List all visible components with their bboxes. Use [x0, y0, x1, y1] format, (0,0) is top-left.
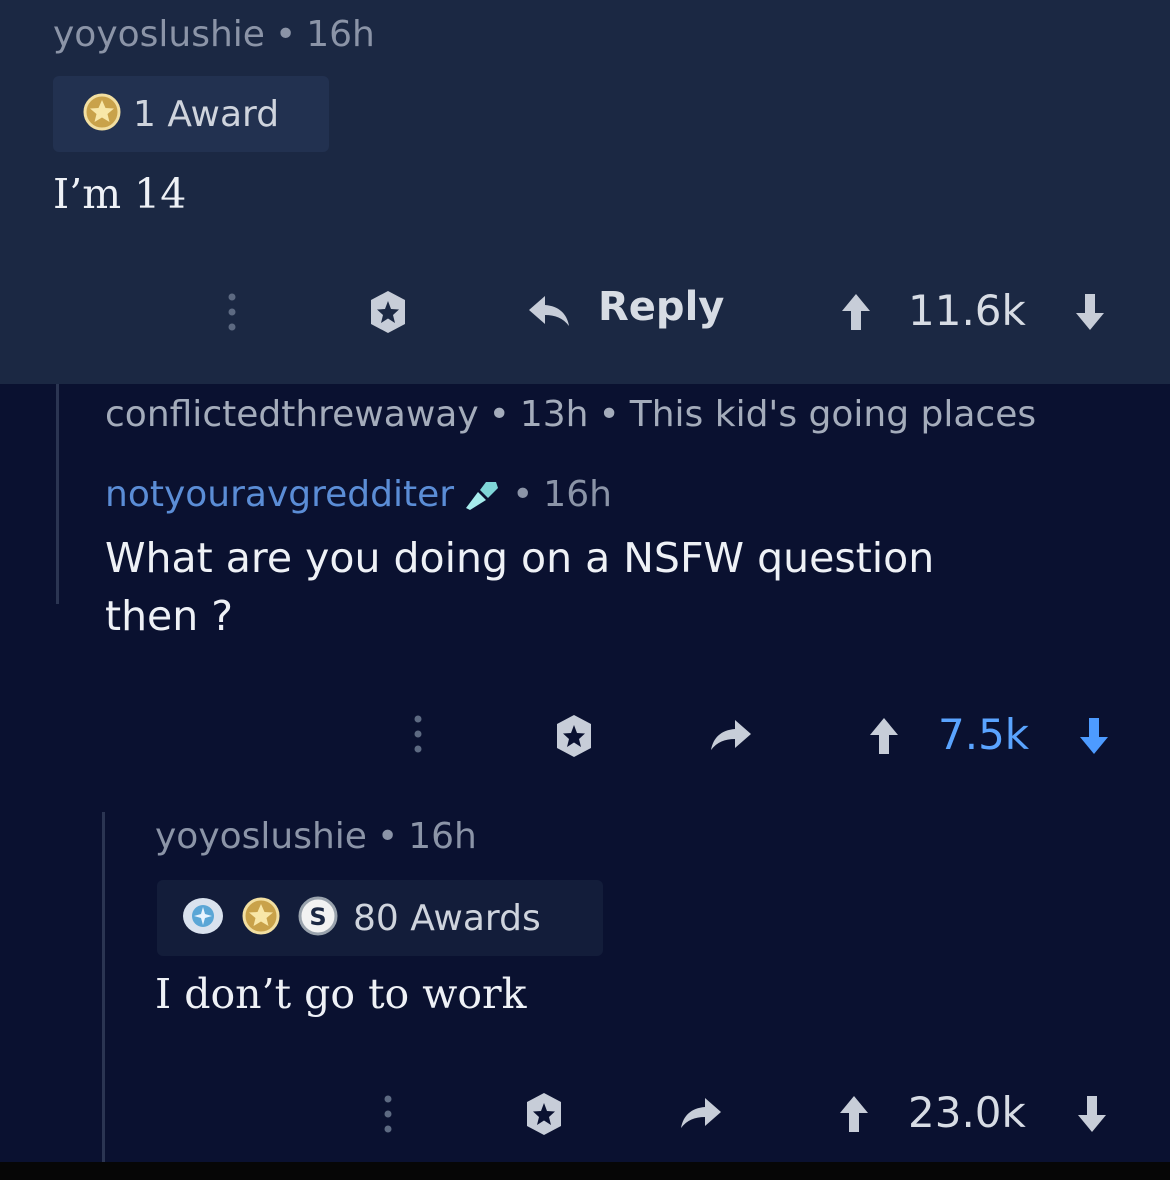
gold-award-icon	[81, 91, 123, 137]
downvote-icon[interactable]	[1076, 714, 1112, 758]
username[interactable]: notyouravgredditer	[105, 474, 454, 515]
username[interactable]: yoyoslushie	[155, 816, 367, 857]
award-icon[interactable]	[362, 286, 414, 338]
comment-body: I’m 14	[53, 170, 187, 218]
collapsed-comment-text: This kid's going places	[629, 394, 1037, 435]
comment-meta: yoyoslushie • 16h	[53, 14, 375, 55]
gold-award-icon	[239, 895, 283, 941]
reply-button[interactable]: Reply	[598, 284, 724, 330]
awards-count: 80 Awards	[353, 897, 541, 939]
comment-body: I don’t go to work	[155, 970, 527, 1018]
comment-meta: notyouravgredditer • 16h	[105, 474, 612, 515]
more-options-icon[interactable]	[220, 290, 244, 334]
upvote-icon[interactable]	[866, 714, 902, 758]
upvote-icon[interactable]	[836, 1092, 872, 1136]
more-options-icon[interactable]	[406, 712, 430, 756]
reply-icon[interactable]	[678, 1094, 724, 1134]
downvote-icon[interactable]	[1074, 1092, 1110, 1136]
bottom-bar	[0, 1162, 1170, 1180]
awards-badge[interactable]: S 80 Awards	[157, 880, 603, 956]
more-options-icon[interactable]	[376, 1092, 400, 1136]
username[interactable]: yoyoslushie	[53, 14, 265, 55]
reply-icon[interactable]	[526, 292, 572, 332]
award-icon[interactable]	[548, 710, 600, 762]
vote-score: 11.6k	[908, 286, 1026, 335]
thread-line-nested	[102, 812, 105, 1162]
collapsed-comment[interactable]: conflictedthrewaway • 13h • This kid's going…	[105, 394, 1036, 435]
vote-score: 23.0k	[908, 1088, 1026, 1137]
comment-meta: yoyoslushie • 16h	[155, 816, 477, 857]
comment-body-line-1: What are you doing on a NSFW question	[105, 534, 935, 582]
svg-text:S: S	[309, 903, 326, 931]
downvote-icon[interactable]	[1072, 290, 1108, 334]
silver-award-icon	[181, 895, 225, 941]
vote-score: 7.5k	[938, 710, 1030, 759]
timestamp: 13h	[519, 394, 589, 435]
upvote-icon[interactable]	[838, 290, 874, 334]
brush-flair-icon	[462, 478, 502, 512]
awards-count: 1 Award	[133, 93, 280, 135]
timestamp: 16h	[306, 14, 375, 55]
thread-line	[56, 384, 59, 604]
comment-body-line-2: then ?	[105, 592, 234, 640]
reply-icon[interactable]	[708, 716, 754, 756]
timestamp: 16h	[408, 816, 477, 857]
award-icon[interactable]	[518, 1088, 570, 1140]
username[interactable]: conflictedthrewaway	[105, 394, 479, 435]
awards-badge[interactable]: 1 Award	[53, 76, 329, 152]
s-coin-award-icon: S	[297, 895, 339, 941]
timestamp: 16h	[543, 474, 612, 515]
